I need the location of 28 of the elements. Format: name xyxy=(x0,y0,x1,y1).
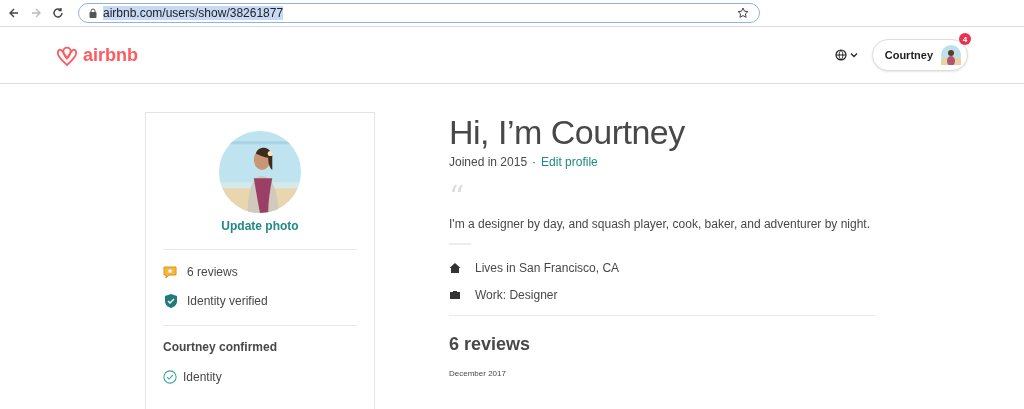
review-date: December 2017 xyxy=(449,369,506,378)
reload-icon[interactable] xyxy=(52,7,64,19)
briefcase-icon xyxy=(449,289,461,301)
separator-dot: · xyxy=(532,155,537,169)
confirmed-heading: Courtney confirmed xyxy=(163,340,278,354)
back-icon[interactable] xyxy=(8,7,20,19)
shield-check-icon xyxy=(163,293,179,309)
lock-icon xyxy=(89,8,97,18)
url-text: airbnb.com/users/show/38261877 xyxy=(103,6,284,20)
badge-label: Identity verified xyxy=(187,294,268,308)
fact-label: Work: Designer xyxy=(475,288,558,302)
house-icon xyxy=(449,262,461,274)
edit-profile-link[interactable]: Edit profile xyxy=(541,155,598,169)
review-badge-icon xyxy=(163,264,179,280)
bio-text: I'm a designer by day, and squash player, cook, baker, and adventurer by night. xyxy=(449,217,871,231)
joined-text: Joined in 2015 xyxy=(449,155,528,169)
notification-badge: 4 xyxy=(959,33,971,45)
star-icon[interactable] xyxy=(737,7,749,19)
globe-icon[interactable] xyxy=(834,49,847,61)
badge-label: 6 reviews xyxy=(187,265,238,279)
caret-icon[interactable] xyxy=(849,52,858,58)
reviews-heading: 6 reviews xyxy=(449,334,532,355)
logo-text[interactable]: airbnb xyxy=(83,44,138,66)
quote-mark: “ xyxy=(449,185,465,199)
profile-title: Hi, I’m Courtney xyxy=(449,112,686,152)
fact-label: Lives in San Francisco, CA xyxy=(475,261,620,275)
update-photo-link[interactable]: Update photo xyxy=(221,219,299,233)
confirmed-label: Identity xyxy=(183,370,222,384)
